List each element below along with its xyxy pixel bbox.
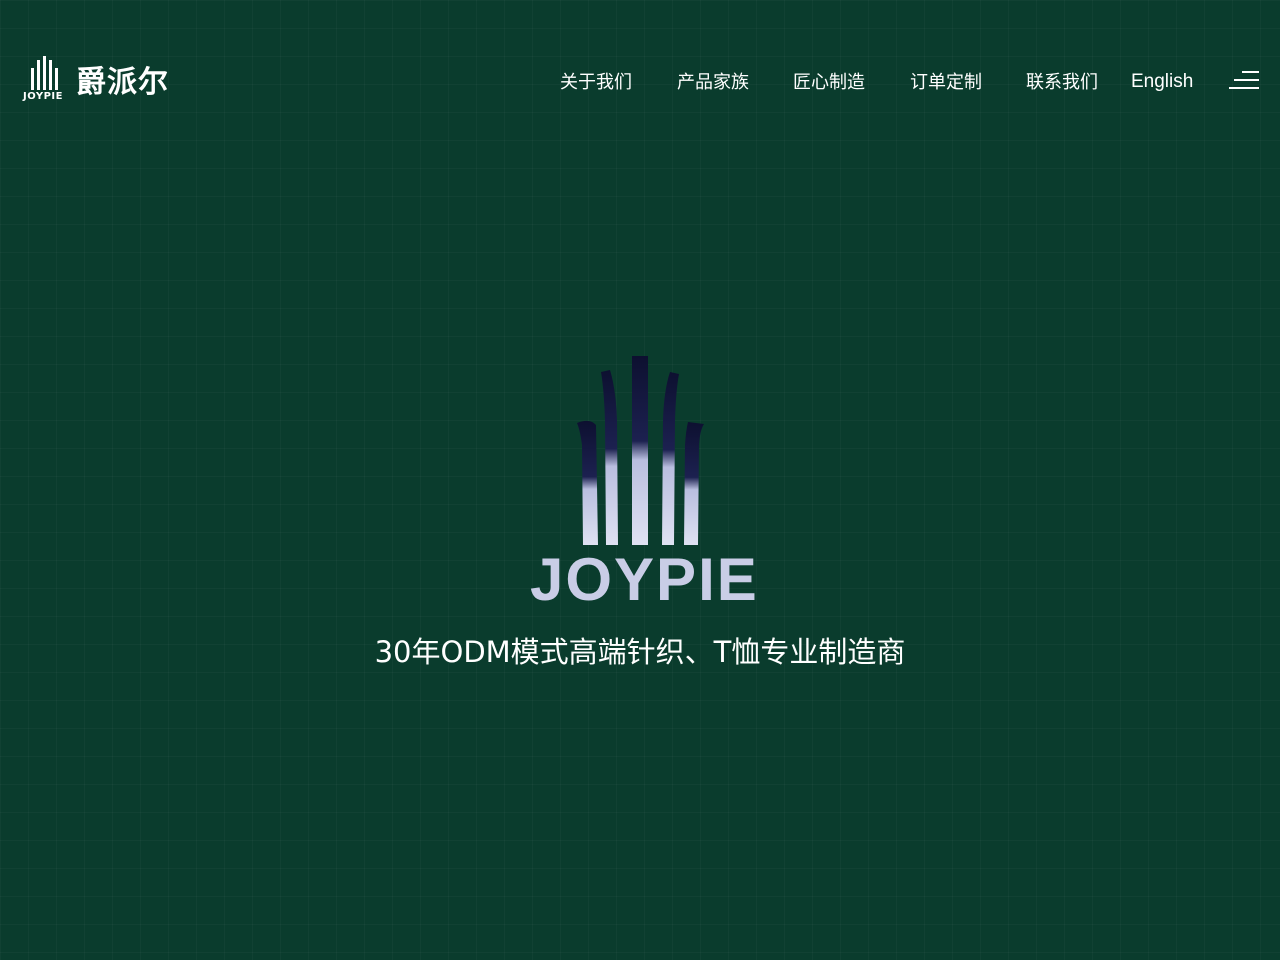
main-nav: 关于我们 产品家族 匠心制造 订单定制 联系我们 <box>0 68 1280 98</box>
language-switch-english[interactable]: English <box>1131 67 1193 97</box>
nav-item-custom-order[interactable]: 订单定制 <box>910 68 982 98</box>
nav-item-manufacturing[interactable]: 匠心制造 <box>793 68 865 98</box>
hamburger-menu-icon <box>1229 71 1259 89</box>
joypie-emblem-icon <box>577 356 704 545</box>
hero-tagline: 30年ODM模式高端针织、T恤专业制造商 <box>374 635 906 669</box>
hamburger-menu-button[interactable] <box>1228 68 1260 92</box>
site-header: JOYPIE 爵派尔 关于我们 产品家族 匠心制造 订单定制 联系我们 Engl… <box>0 0 1280 130</box>
hero-logo-text: JOYPIE <box>530 546 759 613</box>
nav-item-about[interactable]: 关于我们 <box>560 68 632 98</box>
nav-item-products[interactable]: 产品家族 <box>677 68 749 98</box>
nav-item-contact[interactable]: 联系我们 <box>1026 68 1098 98</box>
